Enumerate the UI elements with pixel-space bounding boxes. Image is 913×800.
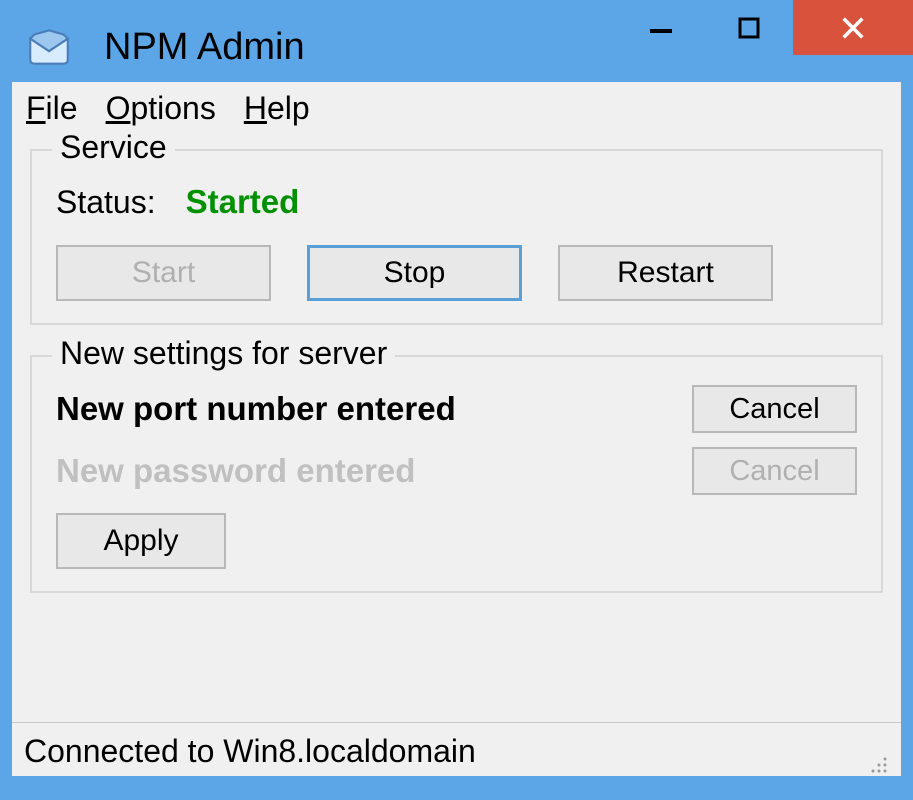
menu-help[interactable]: Help	[244, 90, 310, 127]
maximize-button[interactable]	[705, 0, 793, 55]
menubar: File Options Help	[12, 82, 901, 135]
settings-group-title: New settings for server	[52, 335, 395, 372]
password-label: New password entered	[56, 452, 415, 490]
stop-button[interactable]: Stop	[307, 245, 522, 301]
apply-button[interactable]: Apply	[56, 513, 226, 569]
port-row: New port number entered Cancel	[56, 385, 857, 433]
status-value: Started	[186, 183, 300, 221]
service-group: Service Status: Started Start Stop Resta…	[30, 149, 883, 325]
client-area: File Options Help Service Status: Starte…	[12, 82, 901, 776]
window-controls	[617, 0, 913, 55]
close-icon	[839, 14, 867, 42]
service-buttons: Start Stop Restart	[56, 245, 857, 301]
service-group-title: Service	[52, 129, 175, 166]
minimize-icon	[648, 11, 674, 37]
mail-icon	[24, 22, 74, 72]
menu-options[interactable]: Options	[106, 90, 216, 127]
resize-grip[interactable]	[865, 746, 889, 770]
apply-row: Apply	[56, 513, 857, 569]
maximize-icon	[737, 16, 761, 40]
titlebar[interactable]: NPM Admin	[12, 12, 901, 82]
statusbar-text: Connected to Win8.localdomain	[24, 733, 476, 770]
app-window: NPM Admin File Options Help Service Stat…	[0, 0, 913, 800]
settings-group: New settings for server New port number …	[30, 355, 883, 593]
start-button: Start	[56, 245, 271, 301]
cancel-password-button: Cancel	[692, 447, 857, 495]
status-label: Status:	[56, 184, 156, 221]
password-row: New password entered Cancel	[56, 447, 857, 495]
cancel-port-button[interactable]: Cancel	[692, 385, 857, 433]
port-label: New port number entered	[56, 390, 456, 428]
content: Service Status: Started Start Stop Resta…	[12, 135, 901, 722]
minimize-button[interactable]	[617, 0, 705, 55]
resize-grip-icon	[865, 751, 889, 775]
status-row: Status: Started	[56, 183, 857, 221]
statusbar: Connected to Win8.localdomain	[12, 722, 901, 776]
menu-file[interactable]: File	[26, 90, 78, 127]
close-button[interactable]	[793, 0, 913, 55]
restart-button[interactable]: Restart	[558, 245, 773, 301]
